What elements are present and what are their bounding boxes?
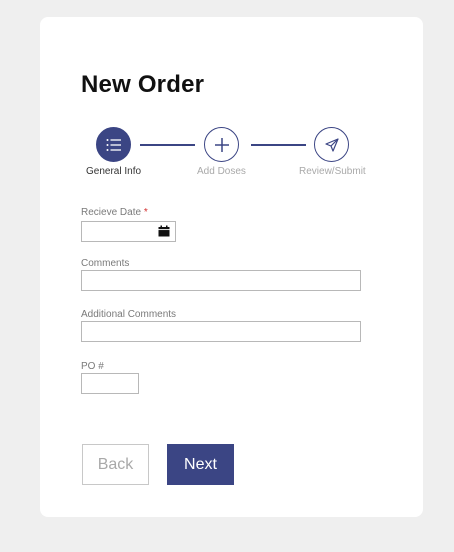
po-number-label: PO # <box>81 361 104 372</box>
required-marker: * <box>143 207 148 218</box>
page-title: New Order <box>81 71 205 98</box>
comments-input[interactable] <box>81 270 361 291</box>
receive-date-label: Recieve Date * <box>81 207 148 218</box>
additional-comments-label: Additional Comments <box>81 309 177 320</box>
stepper-connector <box>251 144 306 146</box>
stepper-connector <box>140 144 195 146</box>
additional-comments-input[interactable] <box>81 321 361 342</box>
next-button[interactable]: Next <box>167 444 234 485</box>
step-add-doses[interactable] <box>204 127 239 162</box>
calendar-icon[interactable] <box>158 225 170 237</box>
step-label-review-submit: Review/Submit <box>299 166 366 177</box>
step-label-general-info: General Info <box>86 166 142 177</box>
order-card: New Order General Info Add Doses Review/… <box>40 17 423 517</box>
receive-date-label-text: Recieve Date <box>81 207 142 218</box>
back-button[interactable]: Back <box>82 444 149 485</box>
step-label-add-doses: Add Doses <box>197 166 246 177</box>
step-general-info[interactable] <box>96 127 131 162</box>
list-icon <box>106 138 121 151</box>
comments-label: Comments <box>81 258 130 269</box>
send-icon <box>324 137 339 152</box>
po-number-input[interactable] <box>81 373 139 394</box>
plus-icon <box>214 137 229 152</box>
step-review-submit[interactable] <box>314 127 349 162</box>
